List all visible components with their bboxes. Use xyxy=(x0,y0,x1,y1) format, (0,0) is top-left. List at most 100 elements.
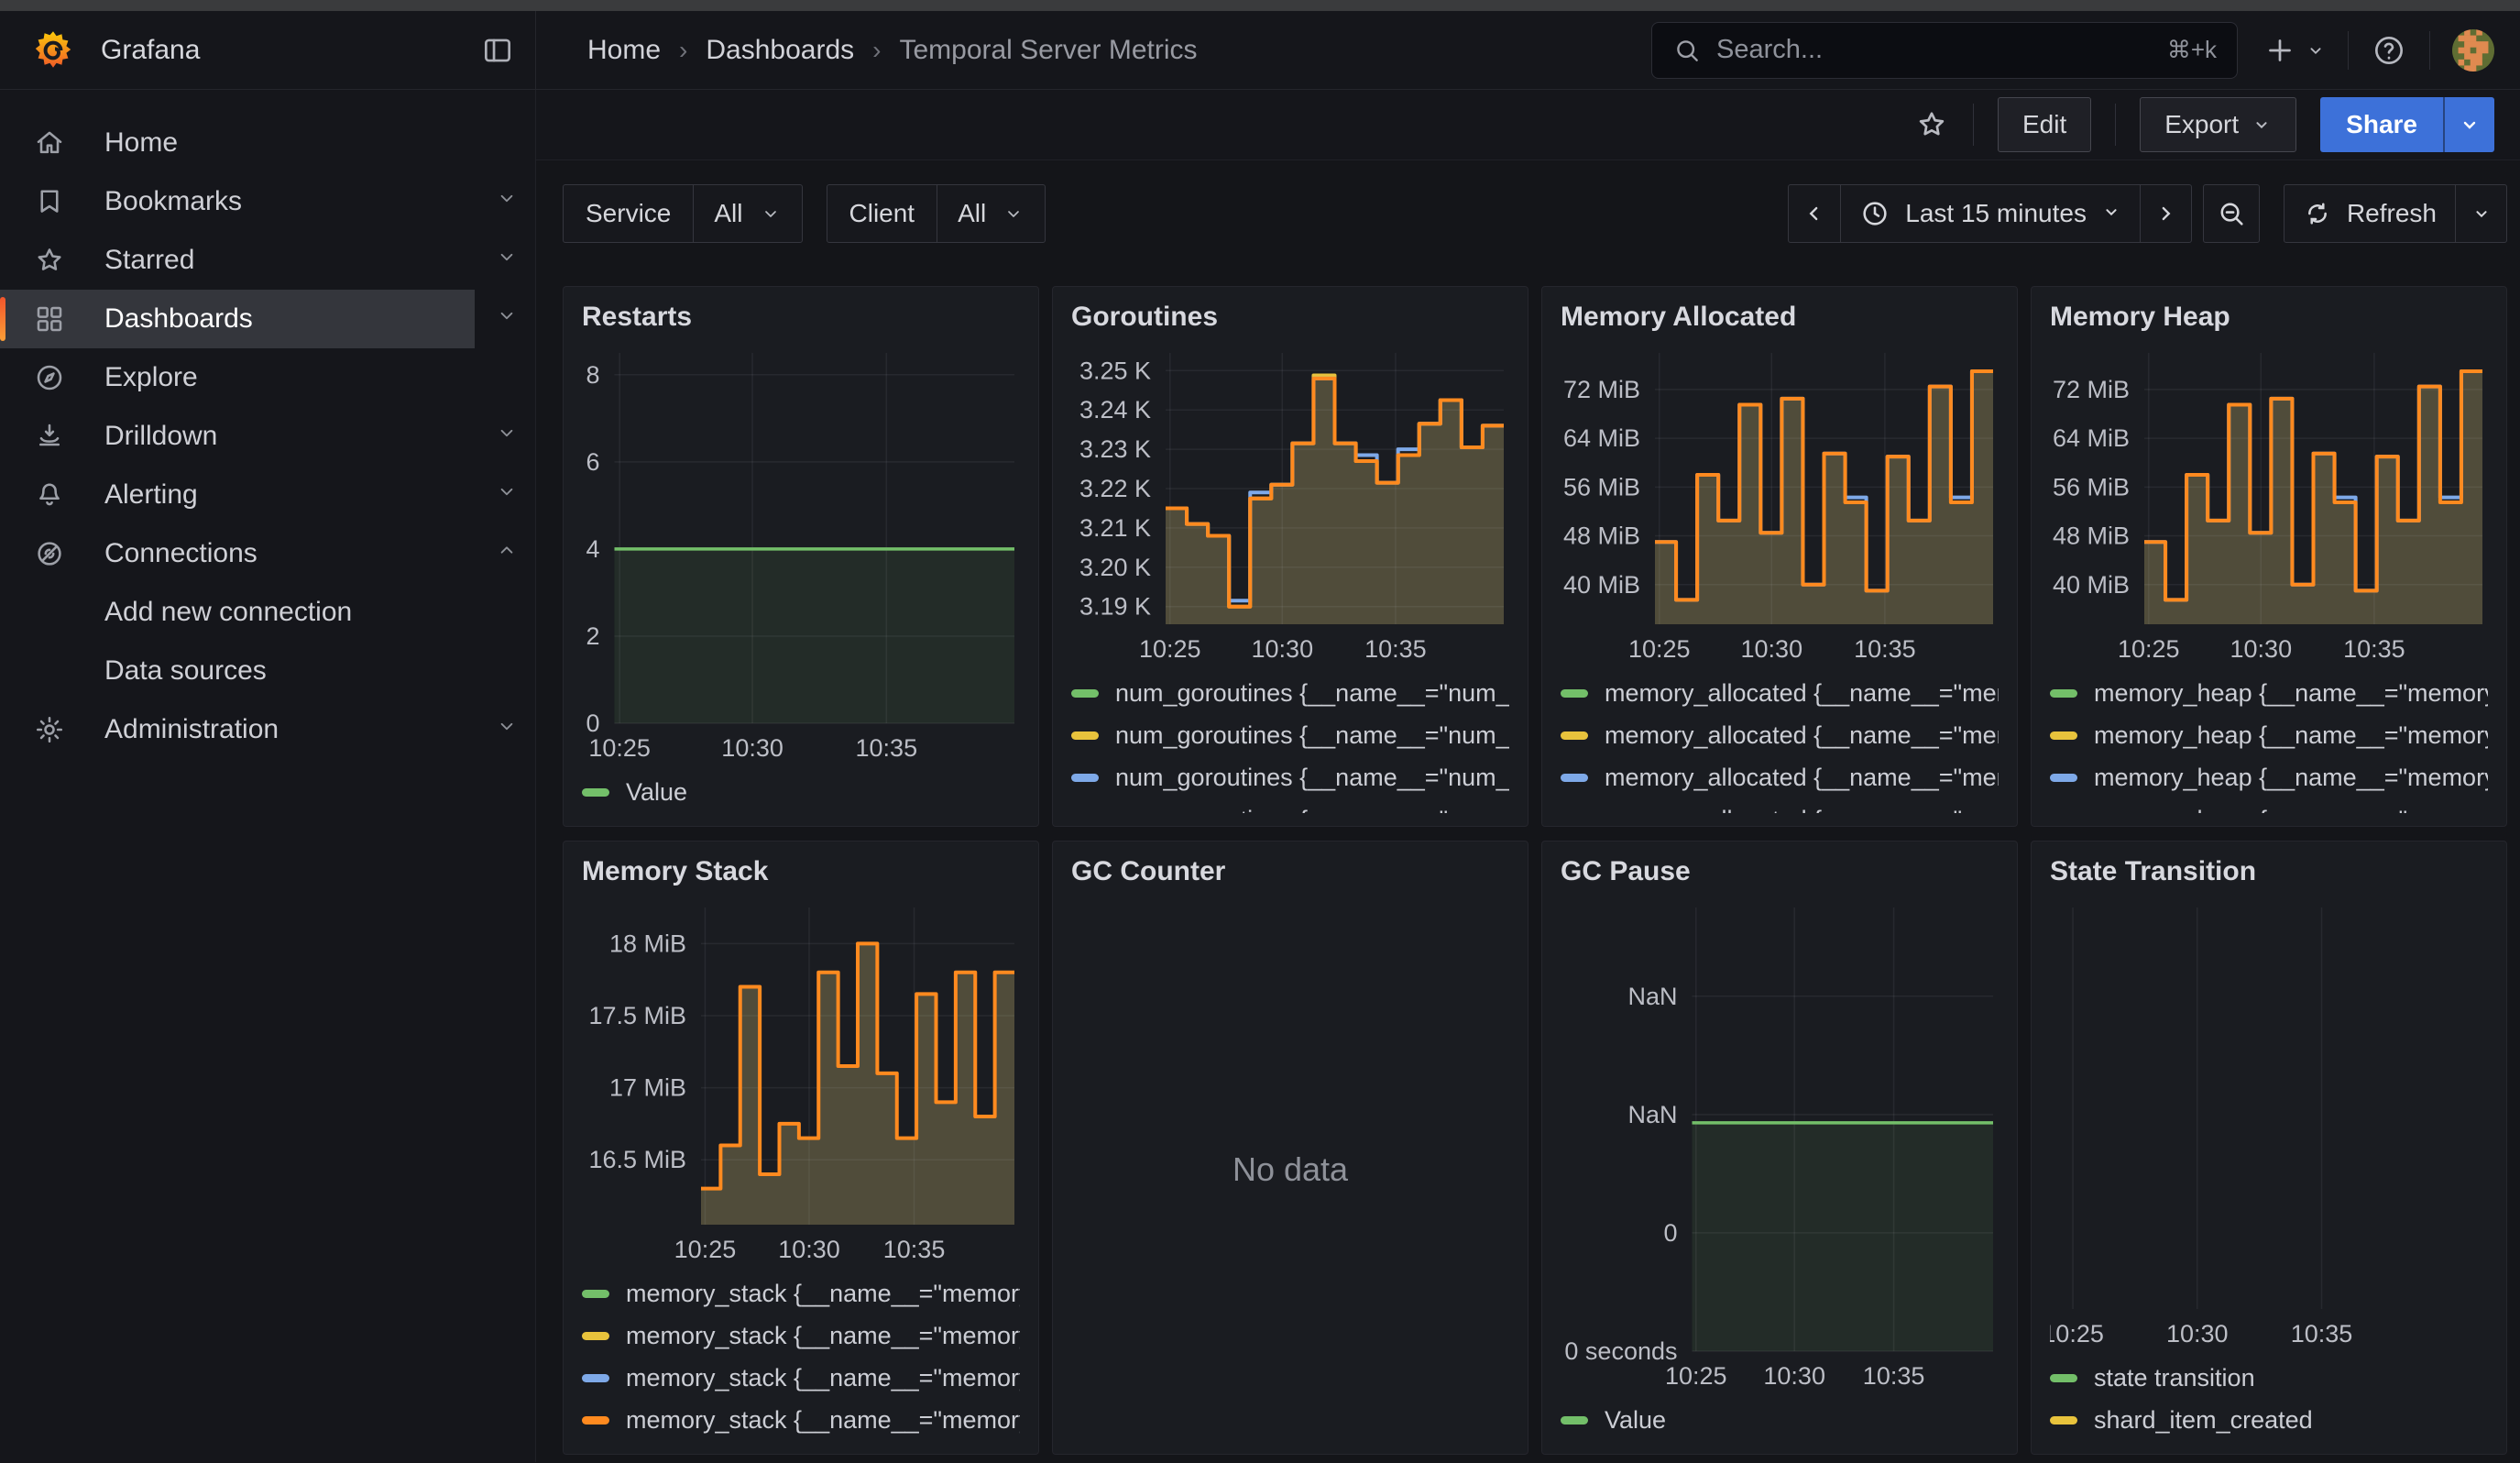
sidebar-item-home[interactable]: Home xyxy=(0,114,535,172)
sidebar-item-connections[interactable]: Connections xyxy=(0,524,535,583)
legend-label: memory_stack {__name__="memory_s xyxy=(626,1322,1020,1350)
panel-title[interactable]: GC Counter xyxy=(1071,856,1509,898)
share-button[interactable]: Share xyxy=(2320,97,2443,152)
legend-item[interactable]: memory_stack {__name__="memory_s xyxy=(582,1399,1020,1441)
legend-item[interactable]: shard_item_created xyxy=(2050,1399,2488,1441)
time-shift-forward-button[interactable] xyxy=(2140,185,2191,242)
legend-item[interactable]: num_goroutines {__name__="num_go xyxy=(1071,798,1509,813)
sidebar-item-starred[interactable]: Starred xyxy=(0,231,535,290)
share-menu-button[interactable] xyxy=(2443,97,2494,152)
legend-item[interactable]: Value xyxy=(582,771,1020,813)
panel-title[interactable]: Memory Heap xyxy=(2050,302,2488,344)
sidebar-item-label: Home xyxy=(104,127,522,159)
sidebar-item-label: Explore xyxy=(104,362,522,393)
legend-label: memory_allocated {__name__="memo xyxy=(1605,721,1999,750)
add-new-button[interactable] xyxy=(2263,34,2326,67)
chart-area-goroutines[interactable]: 3.19 K3.20 K3.21 K3.22 K3.23 K3.24 K3.25… xyxy=(1071,344,1509,665)
legend-item[interactable]: memory_stack {__name__="memory_s xyxy=(582,1314,1020,1357)
compass-icon xyxy=(33,361,66,394)
chevron-right-icon xyxy=(2153,202,2177,226)
svg-text:3.21 K: 3.21 K xyxy=(1079,514,1151,542)
legend-swatch xyxy=(582,1374,609,1382)
legend-item[interactable]: memory_allocated {__name__="memo xyxy=(1561,798,1999,813)
search-icon xyxy=(1672,36,1702,65)
variable-value-dropdown[interactable]: All xyxy=(694,185,801,242)
edit-button[interactable]: Edit xyxy=(1998,97,2091,152)
breadcrumb-item[interactable]: Dashboards xyxy=(706,35,854,66)
sidebar-item-dashboards[interactable]: Dashboards xyxy=(0,290,535,348)
legend-item[interactable]: memory_stack {__name__="memory_s xyxy=(582,1272,1020,1314)
panel-title[interactable]: State Transition xyxy=(2050,856,2488,898)
breadcrumb-separator: › xyxy=(872,36,881,65)
time-range-picker[interactable]: Last 15 minutes xyxy=(1840,185,2140,242)
legend-item[interactable]: memory_allocated {__name__="memo xyxy=(1561,714,1999,756)
sidebar-item-drilldown[interactable]: Drilldown xyxy=(0,407,535,466)
panel-goroutines: Goroutines3.19 K3.20 K3.21 K3.22 K3.23 K… xyxy=(1052,286,1528,827)
chart-area-memory_heap[interactable]: 40 MiB48 MiB56 MiB64 MiB72 MiB10:2510:30… xyxy=(2050,344,2488,665)
time-shift-back-button[interactable] xyxy=(1789,185,1840,242)
chart-area-memory_allocated[interactable]: 40 MiB48 MiB56 MiB64 MiB72 MiB10:2510:30… xyxy=(1561,344,1999,665)
bookmark-icon xyxy=(33,185,66,218)
chart-area-state_transition[interactable]: 10:2510:3010:35 xyxy=(2050,898,2488,1349)
legend-item[interactable]: memory_heap {__name__="memory_h xyxy=(2050,798,2488,813)
legend-item[interactable]: memory_heap {__name__="memory_h xyxy=(2050,672,2488,714)
legend-item[interactable]: memory_allocated {__name__="memo xyxy=(1561,756,1999,798)
svg-text:3.25 K: 3.25 K xyxy=(1079,357,1151,384)
legend-item[interactable]: state transition xyxy=(2050,1357,2488,1399)
export-button[interactable]: Export xyxy=(2140,97,2296,152)
chart-area-gc_pause[interactable]: 0 seconds0NaNNaN10:2510:3010:35 xyxy=(1561,898,1999,1392)
zoom-out-icon xyxy=(2216,198,2247,229)
legend-label: memory_stack {__name__="memory_s xyxy=(626,1406,1020,1435)
legend-item[interactable]: memory_heap {__name__="memory_h xyxy=(2050,756,2488,798)
variable-value-dropdown[interactable]: All xyxy=(937,185,1045,242)
sidebar-item-alerting[interactable]: Alerting xyxy=(0,466,535,524)
panel-title[interactable]: Restarts xyxy=(582,302,1020,344)
grafana-logo-icon[interactable] xyxy=(31,28,75,72)
legend-label: memory_heap {__name__="memory_h xyxy=(2094,721,2488,750)
dock-panel-icon[interactable] xyxy=(480,33,515,68)
legend-swatch xyxy=(2050,689,2077,698)
chart-area-restarts[interactable]: 0246810:2510:3010:35 xyxy=(582,344,1020,764)
sidebar-item-data-sources[interactable]: Data sources xyxy=(0,642,535,700)
legend-label: memory_stack {__name__="memory_s xyxy=(626,1280,1020,1308)
panel-title[interactable]: Memory Stack xyxy=(582,856,1020,898)
breadcrumb-item[interactable]: Home xyxy=(587,35,661,66)
sidebar-item-label: Starred xyxy=(104,245,495,276)
legend-swatch xyxy=(1071,732,1099,740)
panel-title[interactable]: GC Pause xyxy=(1561,856,1999,898)
svg-text:2: 2 xyxy=(586,622,599,650)
star-icon xyxy=(33,244,66,277)
legend-item[interactable]: num_goroutines {__name__="num_go xyxy=(1071,756,1509,798)
panel-restarts: Restarts0246810:2510:3010:35 Value xyxy=(563,286,1039,827)
search-input[interactable]: Search... ⌘+k xyxy=(1651,22,2238,79)
legend-item[interactable]: memory_stack {__name__="memory_s xyxy=(582,1357,1020,1399)
panel-title[interactable]: Memory Allocated xyxy=(1561,302,1999,344)
panel-gc_counter: GC CounterNo data xyxy=(1052,841,1528,1455)
chart-area-memory_stack[interactable]: 16.5 MiB17 MiB17.5 MiB18 MiB10:2510:3010… xyxy=(582,898,1020,1265)
svg-text:10:30: 10:30 xyxy=(721,734,783,762)
panel-title[interactable]: Goroutines xyxy=(1071,302,1509,344)
panel-memory_allocated: Memory Allocated40 MiB48 MiB56 MiB64 MiB… xyxy=(1541,286,2018,827)
zoom-out-time-button[interactable] xyxy=(2203,184,2260,243)
sidebar-item-administration[interactable]: Administration xyxy=(0,700,535,759)
help-button[interactable] xyxy=(2371,32,2407,69)
legend-item[interactable]: memory_allocated {__name__="memo xyxy=(1561,672,1999,714)
refresh-button[interactable]: Refresh xyxy=(2284,185,2455,242)
apps-icon xyxy=(33,302,66,336)
legend-label: memory_allocated {__name__="memo xyxy=(1605,679,1999,708)
refresh-interval-button[interactable] xyxy=(2455,185,2506,242)
legend-item[interactable]: memory_heap {__name__="memory_h xyxy=(2050,714,2488,756)
legend-item[interactable]: num_goroutines {__name__="num_go xyxy=(1071,672,1509,714)
favorite-star-button[interactable] xyxy=(1914,107,1949,142)
legend-label: memory_allocated {__name__="memo xyxy=(1605,806,1999,814)
sidebar-item-bookmarks[interactable]: Bookmarks xyxy=(0,172,535,231)
brand-title[interactable]: Grafana xyxy=(101,35,200,66)
sidebar-item-add-new-connection[interactable]: Add new connection xyxy=(0,583,535,642)
legend-item[interactable]: Value xyxy=(1561,1399,1999,1441)
sidebar-item-explore[interactable]: Explore xyxy=(0,348,535,407)
user-avatar[interactable] xyxy=(2452,29,2494,72)
plus-icon xyxy=(2263,34,2296,67)
window-top-strip xyxy=(0,0,2520,11)
legend-item[interactable]: num_goroutines {__name__="num_go xyxy=(1071,714,1509,756)
breadcrumb-item: Temporal Server Metrics xyxy=(899,35,1197,66)
